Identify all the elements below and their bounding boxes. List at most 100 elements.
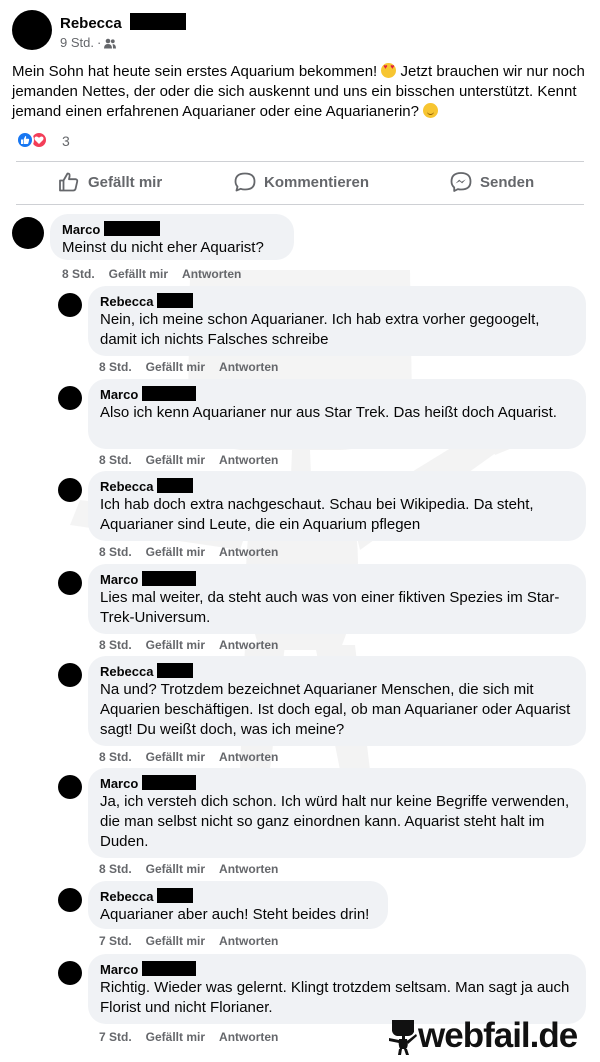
comment-like-link[interactable]: Gefällt mir (146, 1030, 205, 1044)
comment-like-link[interactable]: Gefällt mir (146, 750, 205, 764)
smile-emoji-icon (423, 103, 439, 118)
redacted-surname (141, 775, 196, 790)
redacted-surname (157, 478, 194, 493)
commenter-avatar[interactable] (58, 888, 82, 912)
post-text: Mein Sohn hat heute sein erstes Aquarium… (12, 62, 592, 122)
comment-bubble: Marco Ja, ich versteh dich schon. Ich wü… (88, 768, 586, 858)
comment-meta: 7 Std. Gefällt mir Antworten (99, 934, 292, 948)
comment-text: Aquarianer aber auch! Steht beides drin! (100, 906, 370, 923)
commenter-avatar[interactable] (12, 217, 44, 249)
post-time[interactable]: 9 Std. (60, 35, 94, 50)
like-button-label: Gefällt mir (88, 173, 163, 191)
comment-bubble: Marco Also ich kenn Aquarianer nur aus S… (88, 379, 586, 449)
comment-time[interactable]: 8 Std. (99, 638, 132, 652)
like-reaction-icon (16, 131, 34, 149)
comment-reply-link[interactable]: Antworten (219, 360, 278, 374)
people-icon[interactable] (104, 37, 117, 52)
comment-time[interactable]: 8 Std. (99, 545, 132, 559)
redacted-surname (103, 221, 160, 236)
like-button[interactable]: Gefällt mir (58, 166, 162, 198)
post-author-name[interactable]: Rebecca (60, 15, 122, 32)
comment-time[interactable]: 8 Std. (99, 750, 132, 764)
comment-text: Lies mal weiter, da steht auch was von e… (100, 589, 560, 626)
comment-time[interactable]: 8 Std. (99, 360, 132, 374)
comment-like-link[interactable]: Gefällt mir (146, 360, 205, 374)
comment-like-link[interactable]: Gefällt mir (146, 638, 205, 652)
comment-meta: 8 Std. Gefällt mir Antworten (99, 453, 292, 467)
comment-like-link[interactable]: Gefällt mir (146, 862, 205, 876)
comment-text: Nein, ich meine schon Aquarianer. Ich ha… (100, 311, 540, 348)
comment-text: Ich hab doch extra nachgeschaut. Schau b… (100, 496, 534, 533)
comment-time[interactable]: 7 Std. (99, 1030, 132, 1044)
commenter-avatar[interactable] (58, 386, 82, 410)
comment-bubble: Marco Lies mal weiter, da steht auch was… (88, 564, 586, 634)
send-button[interactable]: Senden (450, 166, 534, 198)
comment-reply-link[interactable]: Antworten (219, 638, 278, 652)
comment-like-link[interactable]: Gefällt mir (146, 934, 205, 948)
redacted-surname (141, 386, 196, 401)
commenter-avatar[interactable] (58, 293, 82, 317)
messenger-icon (450, 172, 472, 192)
commenter-name[interactable]: Rebecca (100, 479, 153, 494)
divider-top (16, 161, 584, 162)
commenter-avatar[interactable] (58, 571, 82, 595)
comment-text: Richtig. Wieder was gelernt. Klingt trot… (100, 979, 570, 1016)
webfail-logo-text: webfail.de (418, 1016, 578, 1055)
post-author-avatar[interactable] (12, 10, 52, 50)
commenter-name[interactable]: Rebecca (100, 664, 153, 679)
comment-text: Meinst du nicht eher Aquarist? (62, 239, 264, 256)
commenter-name[interactable]: Marco (100, 387, 138, 402)
redacted-surname (141, 571, 196, 586)
commenter-avatar[interactable] (58, 478, 82, 502)
reaction-count[interactable]: 3 (62, 133, 70, 149)
comment-text: Na und? Trotzdem bezeichnet Aquarianer M… (100, 681, 571, 738)
comment-meta: 8 Std. Gefällt mir Antworten (99, 862, 292, 876)
comment-meta: 8 Std. Gefällt mir Antworten (99, 750, 292, 764)
commenter-avatar[interactable] (58, 663, 82, 687)
comment-text: Ja, ich versteh dich schon. Ich würd hal… (100, 793, 570, 850)
comment-meta: 8 Std. Gefällt mir Antworten (99, 545, 292, 559)
comment-button-label: Kommentieren (264, 173, 370, 191)
commenter-avatar[interactable] (58, 961, 82, 985)
comment-reply-link[interactable]: Antworten (182, 267, 241, 281)
redacted-surname (157, 293, 194, 308)
comment-meta: 7 Std. Gefällt mir Antworten (99, 1030, 292, 1044)
comment-reply-link[interactable]: Antworten (219, 862, 278, 876)
speech-bubble-icon (234, 172, 256, 192)
commenter-name[interactable]: Marco (62, 222, 100, 237)
comment-meta: 8 Std. Gefällt mir Antworten (99, 638, 292, 652)
thumbs-up-icon (59, 172, 79, 192)
redacted-surname (141, 961, 196, 976)
comment-bubble: Rebecca Ich hab doch extra nachgeschaut.… (88, 471, 586, 541)
comment-time[interactable]: 7 Std. (99, 934, 132, 948)
heart-eyes-emoji-icon (381, 63, 397, 78)
comment-time[interactable]: 8 Std. (62, 267, 95, 281)
comment-like-link[interactable]: Gefällt mir (109, 267, 168, 281)
redacted-surname (157, 663, 194, 678)
commenter-avatar[interactable] (58, 775, 82, 799)
comment-bubble: Rebecca Aquarianer aber auch! Steht beid… (88, 881, 388, 929)
post-text-part1: Mein Sohn hat heute sein erstes Aquarium… (12, 63, 382, 80)
comment-bubble: Marco Richtig. Wieder was gelernt. Kling… (88, 954, 586, 1024)
comment-reply-link[interactable]: Antworten (219, 934, 278, 948)
comment-like-link[interactable]: Gefällt mir (146, 545, 205, 559)
comment-reply-link[interactable]: Antworten (219, 750, 278, 764)
post-author-line: Rebecca (60, 13, 187, 33)
comment-like-link[interactable]: Gefällt mir (146, 453, 205, 467)
comment-reply-link[interactable]: Antworten (219, 1030, 278, 1044)
comment-reply-link[interactable]: Antworten (219, 545, 278, 559)
comment-reply-link[interactable]: Antworten (219, 453, 278, 467)
commenter-name[interactable]: Marco (100, 572, 138, 587)
commenter-name[interactable]: Rebecca (100, 294, 153, 309)
commenter-name[interactable]: Marco (100, 776, 138, 791)
divider-bottom (16, 204, 584, 205)
commenter-name[interactable]: Marco (100, 962, 138, 977)
comment-time[interactable]: 8 Std. (99, 453, 132, 467)
commenter-name[interactable]: Rebecca (100, 889, 153, 904)
comment-button[interactable]: Kommentieren (234, 166, 369, 198)
comment-meta: 8 Std. Gefällt mir Antworten (62, 267, 255, 281)
comment-bubble: Rebecca Nein, ich meine schon Aquarianer… (88, 286, 586, 356)
comment-meta: 8 Std. Gefällt mir Antworten (99, 360, 292, 374)
redacted-surname (157, 888, 194, 903)
comment-time[interactable]: 8 Std. (99, 862, 132, 876)
